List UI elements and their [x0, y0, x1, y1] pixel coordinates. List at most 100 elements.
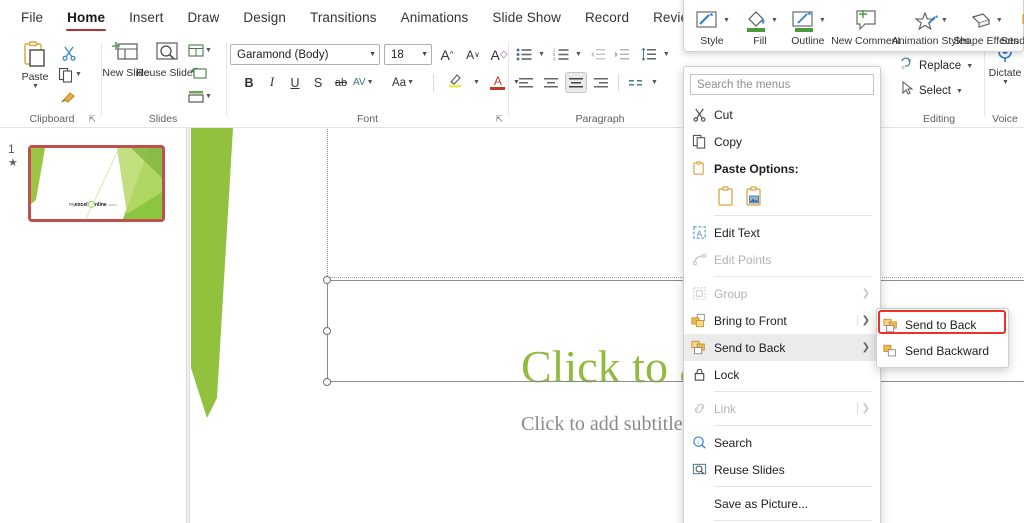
cut-button[interactable] [58, 42, 80, 63]
line-spacing-button[interactable] [638, 44, 660, 65]
replace-chevron-down-icon[interactable]: ▼ [966, 63, 973, 70]
character-spacing-button[interactable]: AV ▼ [353, 72, 387, 93]
text-highlight-button[interactable] [439, 72, 471, 93]
slides-group-label: Slides [148, 113, 178, 125]
context-menu-item-cut[interactable]: Cut [684, 101, 880, 128]
tab-transitions[interactable]: Transitions [299, 5, 388, 31]
slide-thumbnail-1[interactable]: my excel nline .com [28, 145, 165, 222]
fill-chevron-down-icon[interactable]: ▼ [771, 17, 778, 25]
resize-handle-bottom-left[interactable] [323, 378, 331, 386]
increase-indent-button[interactable] [611, 44, 633, 65]
font-family-combo[interactable]: Garamond (Body) ▼ [230, 44, 380, 65]
select-label[interactable]: Select [919, 85, 951, 97]
font-size-combo[interactable]: 18 ▼ [384, 44, 432, 65]
context-menu-item-reuse-slides[interactable]: Reuse Slides [684, 456, 880, 483]
line-spacing-chevron-down-icon[interactable]: ▼ [663, 51, 670, 58]
context-menu-item-copy[interactable]: Copy [684, 128, 880, 155]
context-menu-item-bring-to-front[interactable]: Bring to Front ❯ [684, 307, 880, 334]
bold-button[interactable]: B [238, 72, 260, 93]
context-menu-item-lock[interactable]: Lock [684, 361, 880, 388]
italic-button[interactable]: I [261, 72, 283, 93]
shape-effects-chevron-down-icon[interactable]: ▼ [996, 17, 1003, 25]
copy-button[interactable]: ▼ [58, 64, 92, 85]
paste-chevron-down-icon[interactable]: ▼ [32, 83, 39, 91]
select-chevron-down-icon[interactable]: ▼ [956, 88, 963, 95]
resize-handle-top-left[interactable] [323, 276, 331, 284]
mini-new-comment-button[interactable]: New Comment [831, 0, 901, 47]
copy-chevron-down-icon[interactable]: ▼ [75, 71, 82, 78]
section-chevron-down-icon[interactable]: ▼ [205, 93, 212, 100]
outline-chevron-down-icon[interactable]: ▼ [819, 17, 826, 25]
context-menu-label-cut: Cut [714, 107, 733, 122]
align-center-button[interactable] [565, 72, 587, 93]
font-family-chevron-down-icon[interactable]: ▼ [365, 51, 376, 58]
reset-button[interactable] [188, 63, 210, 84]
tab-animations[interactable]: Animations [390, 5, 480, 31]
context-menu-item-paste-options: Paste Options: [684, 155, 880, 182]
underline-button[interactable]: U [284, 72, 306, 93]
search-menus-input[interactable]: Search the menus [690, 74, 874, 95]
font-size-chevron-down-icon[interactable]: ▼ [417, 51, 428, 58]
tab-record[interactable]: Record [574, 5, 640, 31]
increase-font-size-button[interactable]: A ^ [436, 44, 458, 65]
bullets-chevron-down-icon[interactable]: ▼ [538, 51, 545, 58]
layout-button[interactable]: ▼ [188, 40, 220, 61]
font-dialog-launcher[interactable]: ⇱ [495, 114, 503, 125]
format-painter-button[interactable] [58, 86, 80, 107]
align-center-button-alt[interactable] [540, 72, 562, 93]
send-to-back-submenu-arrow-icon[interactable]: ❯ [862, 342, 874, 353]
slide-subtitle-placeholder[interactable]: Click to add subtitle [521, 413, 683, 436]
highlight-chevron-down-icon[interactable]: ▼ [473, 79, 480, 86]
strikethrough-button[interactable]: ab [330, 72, 352, 93]
decrease-indent-button[interactable] [587, 44, 609, 65]
tab-insert[interactable]: Insert [118, 5, 174, 31]
section-button[interactable]: ▼ [188, 86, 220, 107]
context-menu-item-save-as-picture[interactable]: Save as Picture... [684, 490, 880, 517]
align-left-button[interactable] [515, 72, 537, 93]
reuse-slides-button[interactable]: Reuse Slides [136, 38, 198, 81]
panel-splitter[interactable] [186, 128, 190, 523]
resize-handle-middle-left[interactable] [323, 327, 331, 335]
animation-styles-chevron-down-icon[interactable]: ▼ [941, 17, 948, 25]
decrease-font-size-button[interactable]: A ∨ [462, 44, 484, 65]
title-placeholder-box[interactable] [327, 128, 1024, 278]
context-menu-item-send-to-back[interactable]: Send to Back ❯ [684, 334, 880, 361]
bullets-button[interactable] [513, 44, 535, 65]
submenu-item-send-to-back[interactable]: Send to Back [877, 312, 1008, 338]
replace-label[interactable]: Replace [919, 60, 961, 72]
powerpoint-window: File Home Insert Draw Design Transitions… [0, 0, 1024, 523]
text-shadow-button[interactable]: S [307, 72, 329, 93]
style-chevron-down-icon[interactable]: ▼ [723, 17, 730, 25]
change-case-button[interactable]: Aa ▼ [392, 72, 428, 93]
clipboard-dialog-launcher[interactable]: ⇱ [88, 114, 96, 125]
columns-button[interactable] [625, 72, 647, 93]
dictate-chevron-down-icon[interactable]: ▼ [1002, 79, 1009, 87]
tab-design[interactable]: Design [232, 5, 297, 31]
context-menu-item-search[interactable]: i Search [684, 429, 880, 456]
paste-keep-formatting-icon[interactable] [716, 185, 736, 209]
columns-icon [629, 79, 642, 85]
mini-style-button[interactable]: ▼ Style [688, 0, 736, 47]
font-family-value: Garamond (Body) [237, 48, 329, 61]
mini-send-to-back-button[interactable]: Send to Back [1001, 0, 1024, 47]
tab-slide-show[interactable]: Slide Show [481, 5, 572, 31]
columns-chevron-down-icon[interactable]: ▼ [651, 79, 658, 86]
mini-fill-button[interactable]: ▼ Fill [736, 0, 784, 47]
bring-to-front-submenu-arrow-icon[interactable]: ❯ [856, 315, 874, 326]
tab-draw[interactable]: Draw [176, 5, 230, 31]
paste-button[interactable]: Paste ▼ [12, 38, 58, 93]
change-case-chevron-down-icon[interactable]: ▼ [407, 79, 414, 86]
tab-home[interactable]: Home [56, 5, 116, 31]
mini-outline-button[interactable]: ▼ Outline [784, 0, 832, 47]
submenu-item-send-backward[interactable]: Send Backward [877, 338, 1008, 364]
context-menu-label-send-to-back: Send to Back [714, 340, 786, 355]
paste-picture-icon[interactable] [744, 185, 764, 209]
clear-formatting-button[interactable]: A ◇ [488, 44, 510, 65]
numbering-button[interactable]: 1 2 3 [550, 44, 572, 65]
tab-file[interactable]: File [10, 5, 54, 31]
char-spacing-chevron-down-icon[interactable]: ▼ [367, 79, 374, 86]
align-right-button[interactable] [590, 72, 612, 93]
numbering-chevron-down-icon[interactable]: ▼ [575, 51, 582, 58]
layout-chevron-down-icon[interactable]: ▼ [205, 47, 212, 54]
context-menu-item-edit-text[interactable]: A Edit Text [684, 219, 880, 246]
